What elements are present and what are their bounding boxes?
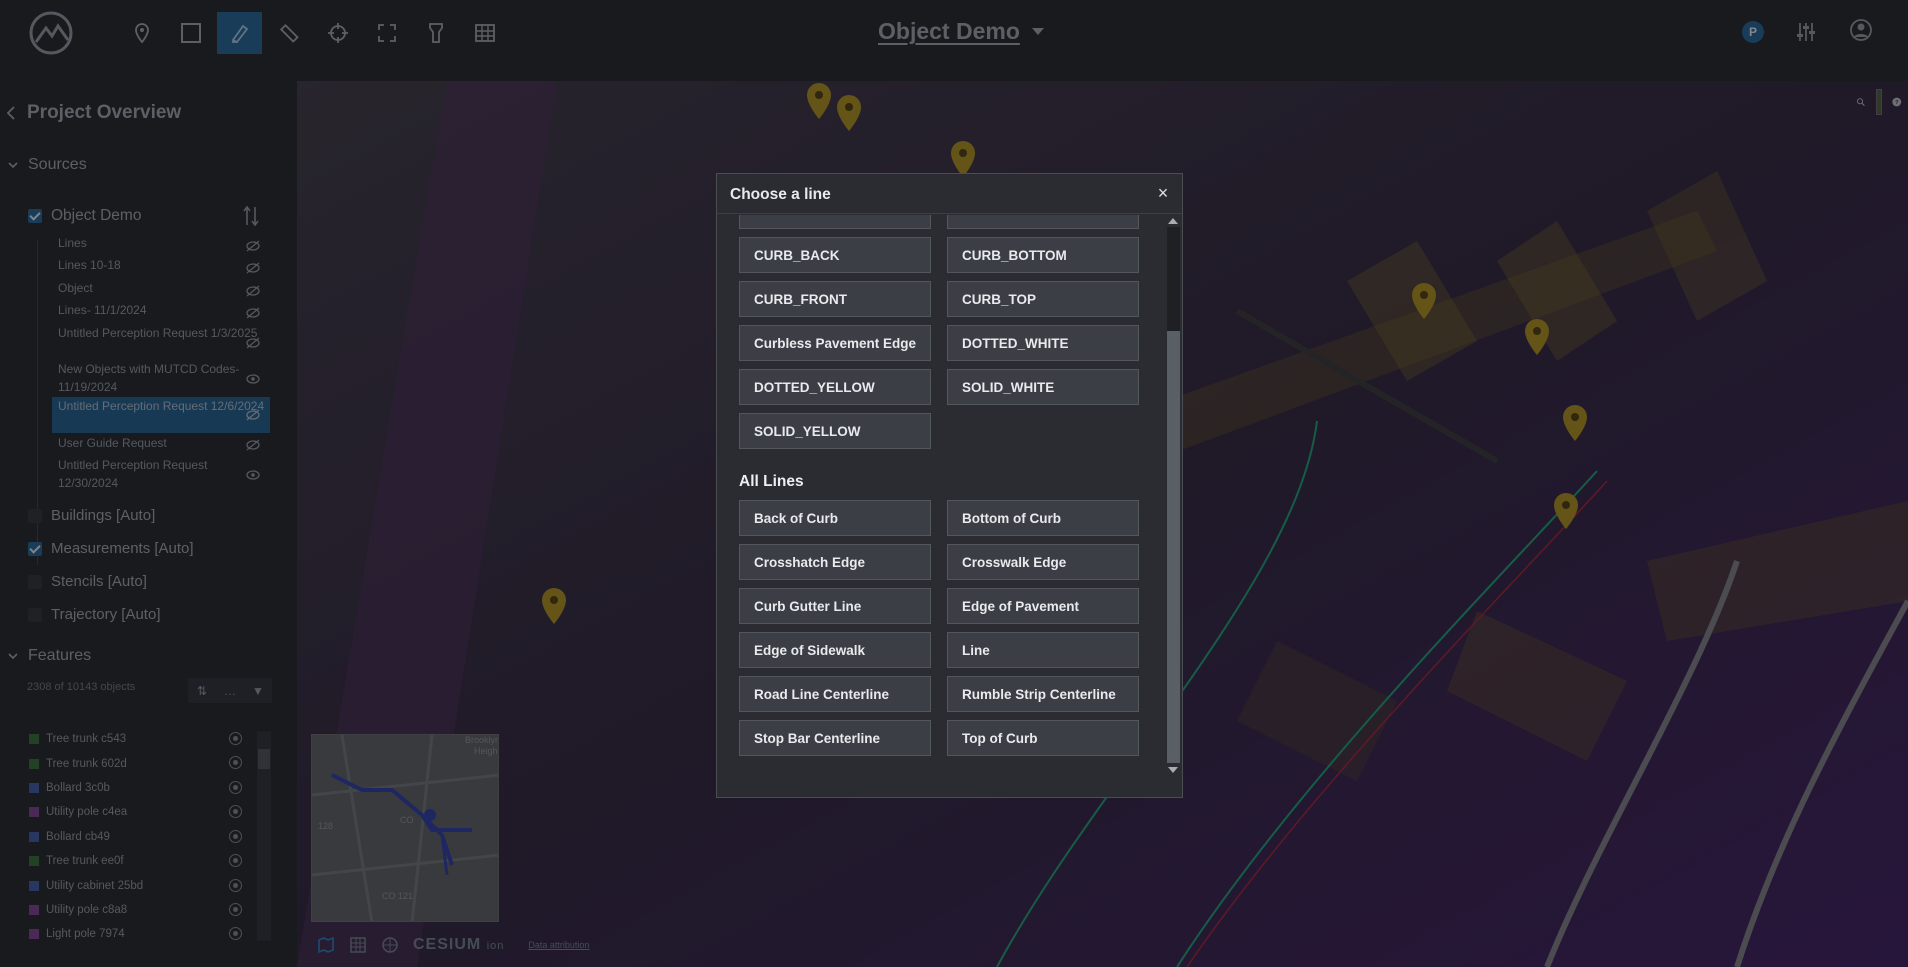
dialog-title: Choose a line — [730, 186, 831, 203]
line-option-button[interactable]: Bottom of Curb — [947, 500, 1139, 536]
line-option-button[interactable]: Edge of Pavement — [947, 588, 1139, 624]
dialog-body: CURB_BACK CURB_BOTTOM CURB_FRONT CURB_TO… — [717, 215, 1167, 797]
line-option-button[interactable]: Line — [947, 632, 1139, 668]
scroll-thumb[interactable] — [1167, 331, 1180, 763]
scroll-up-icon[interactable] — [1168, 218, 1178, 224]
line-option-button[interactable]: CURB_TOP — [947, 281, 1139, 317]
dialog-header: Choose a line × — [717, 174, 1182, 214]
choose-line-dialog: Choose a line × CURB_BACK CURB_BOTTOM CU… — [716, 173, 1183, 798]
close-icon[interactable]: × — [1154, 184, 1172, 202]
line-option-button[interactable]: Crosshatch Edge — [739, 544, 931, 580]
line-option-button[interactable] — [739, 215, 931, 229]
line-option-button[interactable] — [947, 215, 1139, 229]
line-option-button[interactable]: CURB_FRONT — [739, 281, 931, 317]
line-option-button[interactable]: Top of Curb — [947, 720, 1139, 756]
line-option-button[interactable]: DOTTED_WHITE — [947, 325, 1139, 361]
line-option-button[interactable]: Edge of Sidewalk — [739, 632, 931, 668]
line-option-button[interactable]: Road Line Centerline — [739, 676, 931, 712]
line-option-button[interactable]: Curb Gutter Line — [739, 588, 931, 624]
line-option-button[interactable]: Curbless Pavement Edge — [739, 325, 931, 361]
line-option-button[interactable]: SOLID_WHITE — [947, 369, 1139, 405]
line-option-button[interactable]: CURB_BACK — [739, 237, 931, 273]
line-option-button[interactable]: Rumble Strip Centerline — [947, 676, 1139, 712]
line-option-button[interactable]: Back of Curb — [739, 500, 931, 536]
line-option-button[interactable]: Crosswalk Edge — [947, 544, 1139, 580]
line-option-button[interactable]: Stop Bar Centerline — [739, 720, 931, 756]
line-option-button[interactable]: DOTTED_YELLOW — [739, 369, 931, 405]
scroll-down-icon[interactable] — [1168, 767, 1178, 773]
line-option-button[interactable]: SOLID_YELLOW — [739, 413, 931, 449]
all-lines-header: All Lines — [739, 473, 804, 490]
line-option-button[interactable]: CURB_BOTTOM — [947, 237, 1139, 273]
dialog-scrollbar[interactable] — [1165, 215, 1182, 775]
